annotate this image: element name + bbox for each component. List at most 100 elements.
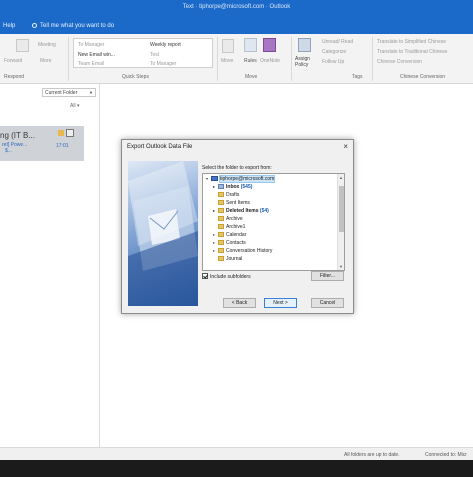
filter-all-label: All: [70, 103, 76, 109]
filter-button[interactable]: Filter...: [311, 271, 344, 281]
tree-item-journal[interactable]: Journal: [213, 256, 242, 263]
tree-item-calendar[interactable]: ▸ Calendar: [213, 232, 246, 239]
tree-item-archive[interactable]: Archive: [213, 216, 243, 223]
folder-icon: [218, 224, 224, 229]
tell-me-text: Tell me what you want to do: [40, 23, 115, 30]
next-button[interactable]: Next >: [264, 298, 297, 308]
folder-icon: [218, 216, 224, 221]
include-subfolders-option[interactable]: Include subfolders: [202, 273, 251, 280]
dialog-title: Export Outlook Data File: [127, 144, 193, 150]
onenote-icon[interactable]: [263, 38, 276, 52]
tree-item-label: Conversation History: [226, 248, 273, 254]
tree-item-label: tiphorpe@microsoft.com: [218, 175, 276, 183]
include-subfolders-checkbox[interactable]: [202, 273, 208, 279]
forward-button[interactable]: Forward: [4, 58, 22, 64]
sync-status: All folders are up to date.: [344, 452, 400, 458]
chevron-down-icon: ▼: [89, 90, 93, 95]
tree-scrollbar[interactable]: ▲ ▼: [337, 174, 344, 270]
tags-group-label: Tags: [352, 74, 363, 80]
tree-item-label: Sent Items: [226, 200, 250, 206]
list-item[interactable]: ng (IT B... ret] Powe... 17:01 $...: [0, 126, 84, 161]
status-bar: All folders are up to date. Connected to…: [0, 447, 473, 460]
quick-steps-gallery: To Manager New Email win... Team Email W…: [73, 38, 213, 68]
assign-policy-button[interactable]: Assign Policy: [295, 56, 317, 68]
menu-bar: Help Tell me what you want to do: [0, 18, 473, 34]
window-title: Text · tiphorpe@microsoft.com · Outlook: [182, 4, 291, 10]
onenote-button[interactable]: OneNote: [260, 58, 280, 64]
tree-item-archive1[interactable]: Archive1: [213, 224, 245, 231]
quick-steps-group-label: Quick Steps: [122, 74, 149, 80]
tree-item-label: Calendar: [226, 232, 247, 238]
quick-step-team-email[interactable]: Team Email: [78, 61, 104, 67]
quick-step-test[interactable]: Test: [150, 52, 159, 58]
export-dialog: Export Outlook Data File × Select the fo…: [121, 139, 354, 314]
cancel-button[interactable]: Cancel: [311, 298, 344, 308]
connection-status: Connected to: Micr: [425, 452, 467, 458]
chinese-group-label: Chinese Conversion: [400, 74, 446, 80]
quick-step-to-manager-2[interactable]: To Manager: [150, 61, 176, 67]
ribbon-separator: [291, 37, 292, 81]
title-bar: Text · tiphorpe@microsoft.com · Outlook: [0, 0, 473, 18]
meeting-button[interactable]: Meeting: [38, 42, 56, 48]
unread-count: (54): [259, 208, 269, 214]
tree-item-contacts[interactable]: ▸ Contacts: [213, 240, 246, 247]
folder-scope-dropdown[interactable]: Current Folder ▼: [42, 88, 96, 97]
quick-step-weekly-report[interactable]: Weekly report: [150, 42, 181, 48]
lightbulb-icon: [32, 23, 37, 28]
follow-up-button[interactable]: Follow Up: [322, 59, 344, 65]
tree-item-inbox[interactable]: ▸ Inbox (545): [213, 184, 252, 191]
filter-all[interactable]: All ▾: [70, 103, 79, 109]
folder-scope-value: Current Folder: [45, 90, 78, 96]
ribbon-separator: [68, 37, 69, 81]
scroll-down-icon[interactable]: ▼: [339, 264, 343, 269]
quick-step-to-manager[interactable]: To Manager: [78, 42, 104, 48]
ribbon-separator: [372, 37, 373, 81]
back-button[interactable]: < Back: [223, 298, 256, 308]
close-icon[interactable]: ×: [343, 142, 348, 151]
inbox-icon: [218, 184, 224, 189]
tree-item-label: Deleted Items: [226, 208, 259, 214]
move-button[interactable]: Move: [221, 58, 233, 64]
tree-item-label: Archive: [226, 216, 243, 222]
translate-traditional-button[interactable]: Translate to Traditional Chinese: [377, 49, 447, 55]
meeting-icon[interactable]: [16, 39, 29, 52]
categorize-button[interactable]: Categorize: [322, 49, 346, 55]
translate-simplified-button[interactable]: Translate to Simplified Chinese: [377, 39, 446, 45]
assign-policy-icon[interactable]: [298, 38, 311, 52]
tree-item-label: Inbox: [226, 184, 240, 190]
tree-item-mailbox[interactable]: ▾ tiphorpe@microsoft.com: [206, 175, 276, 183]
tree-item-label: Contacts: [226, 240, 246, 246]
tree-item-label: Archive1: [226, 224, 246, 230]
unread-read-button[interactable]: Unread/ Read: [322, 39, 353, 45]
chinese-conversion-button[interactable]: Chinese Conversion: [377, 59, 422, 65]
tell-me-box[interactable]: Tell me what you want to do: [32, 23, 114, 29]
scroll-up-icon[interactable]: ▲: [339, 175, 343, 180]
tree-item-drafts[interactable]: Drafts: [213, 192, 239, 199]
dialog-instruction: Select the folder to export from:: [202, 165, 272, 171]
more-button[interactable]: More: [40, 58, 51, 64]
tree-item-deleted[interactable]: ▸ Deleted Items (54): [213, 208, 269, 215]
flag-icon[interactable]: [58, 130, 64, 136]
help-menu[interactable]: Help: [3, 23, 15, 29]
tree-item-label: Journal: [226, 256, 243, 262]
include-subfolders-label: Include subfolders: [210, 274, 251, 280]
tree-item-label: Drafts: [226, 192, 240, 198]
drafts-icon: [218, 192, 224, 197]
move-icon[interactable]: [222, 39, 234, 53]
mail-subject: ng (IT B...: [0, 131, 35, 140]
calendar-icon: [218, 232, 224, 237]
ribbon-separator: [217, 37, 218, 81]
folder-icon: [218, 248, 224, 253]
outlook-window: Text · tiphorpe@microsoft.com · Outlook …: [0, 0, 473, 460]
tree-item-sent[interactable]: Sent Items: [213, 200, 250, 207]
tree-item-conversation-history[interactable]: ▸ Conversation History: [213, 248, 272, 255]
mail-preview-2: $...: [5, 148, 12, 154]
journal-icon: [218, 256, 224, 261]
quick-step-new-email[interactable]: New Email win...: [78, 52, 115, 58]
contacts-icon: [218, 240, 224, 245]
mailbox-icon: [211, 176, 218, 181]
unread-count: (545): [240, 184, 253, 190]
rules-button[interactable]: Rules: [244, 58, 257, 64]
rules-icon[interactable]: [244, 38, 257, 52]
scrollbar-thumb[interactable]: [339, 186, 344, 232]
